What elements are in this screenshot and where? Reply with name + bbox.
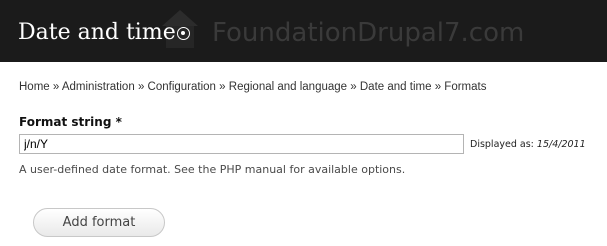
watermark-text: FoundationDrupal7.com: [212, 18, 525, 48]
breadcrumb-separator: »: [52, 81, 60, 93]
breadcrumb-separator: »: [434, 81, 442, 93]
page-header: FoundationDrupal7.com Date and time: [0, 0, 607, 62]
breadcrumb-separator: »: [350, 81, 357, 93]
format-preview-label: Displayed as:: [470, 139, 534, 150]
breadcrumb-regional-and-language[interactable]: Regional and language: [229, 81, 347, 93]
breadcrumb-separator: »: [219, 81, 226, 93]
page-title: Date and time: [18, 20, 176, 45]
format-string-description: A user-defined date format. See the PHP …: [19, 163, 406, 176]
breadcrumb-date-and-time[interactable]: Date and time: [360, 81, 432, 93]
format-preview: Displayed as: 15/4/2011: [470, 139, 586, 150]
breadcrumb-formats[interactable]: Formats: [444, 81, 486, 93]
breadcrumb: Home » Administration » Configuration » …: [19, 81, 486, 93]
add-shortcut-icon[interactable]: [177, 27, 190, 40]
breadcrumb-home[interactable]: Home: [19, 81, 50, 93]
add-format-button[interactable]: Add format: [33, 208, 165, 237]
breadcrumb-configuration[interactable]: Configuration: [148, 81, 216, 93]
format-string-input[interactable]: [19, 134, 464, 154]
breadcrumb-administration[interactable]: Administration: [62, 81, 135, 93]
breadcrumb-separator: »: [137, 81, 145, 93]
format-preview-value: 15/4/2011: [536, 139, 586, 150]
format-string-label: Format string *: [19, 115, 122, 129]
